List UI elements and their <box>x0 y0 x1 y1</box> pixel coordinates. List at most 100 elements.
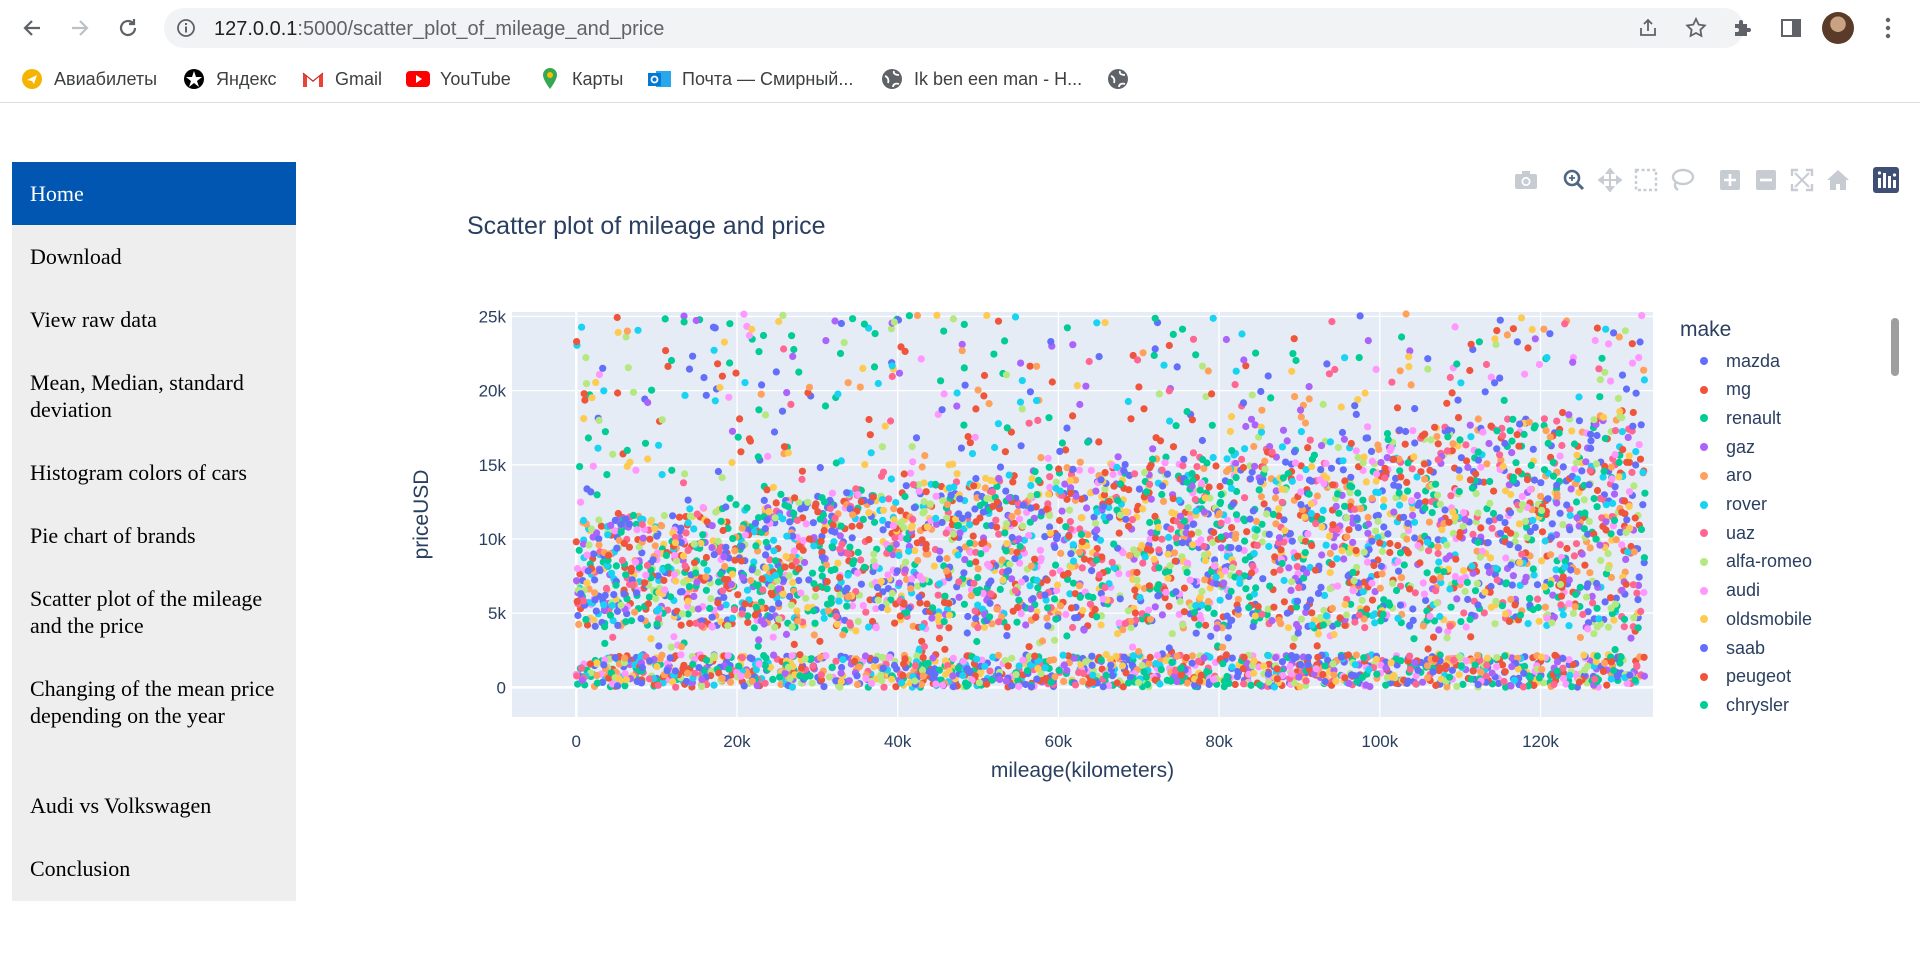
data-point <box>1305 383 1313 391</box>
data-point <box>1033 362 1041 370</box>
data-point <box>708 613 716 621</box>
data-point <box>1374 517 1382 526</box>
data-point <box>678 610 687 618</box>
data-point <box>1223 455 1231 463</box>
data-point <box>1002 677 1010 685</box>
data-point <box>802 594 810 602</box>
data-point <box>1078 538 1086 546</box>
data-point <box>1133 576 1141 584</box>
data-point <box>1582 593 1591 601</box>
data-point <box>590 550 598 558</box>
data-point <box>1069 623 1077 632</box>
data-point <box>810 631 818 639</box>
data-point <box>1347 473 1355 481</box>
data-point <box>1155 390 1163 398</box>
data-point <box>1332 502 1340 510</box>
data-point <box>695 664 703 672</box>
data-point <box>1113 463 1121 471</box>
data-point <box>699 531 707 539</box>
data-point <box>1326 585 1334 593</box>
data-point <box>1288 537 1296 545</box>
data-point <box>855 663 864 671</box>
data-point <box>822 337 830 345</box>
data-point <box>802 520 810 528</box>
data-point <box>1320 480 1328 488</box>
data-point <box>1184 504 1192 512</box>
data-point <box>1363 558 1372 566</box>
data-point <box>1008 533 1016 542</box>
data-point <box>1620 623 1628 631</box>
data-point <box>1541 603 1549 611</box>
data-point <box>1593 503 1601 511</box>
data-point <box>1188 659 1196 667</box>
data-point <box>1559 463 1567 471</box>
data-point <box>1345 526 1353 534</box>
data-point <box>769 633 777 641</box>
data-point <box>1593 486 1602 495</box>
data-point <box>1180 608 1188 616</box>
data-point <box>889 522 898 530</box>
data-point <box>1239 399 1248 407</box>
scatter-plot[interactable]: 0 20k 40k 60k 80k 100k 120k05k10k15k20k25k mil… <box>0 0 1920 957</box>
data-point <box>1084 531 1092 539</box>
data-point <box>1144 680 1152 689</box>
data-point <box>924 659 932 668</box>
data-point <box>834 559 842 567</box>
data-point <box>850 557 858 565</box>
data-point <box>953 470 961 478</box>
data-point <box>1618 428 1626 436</box>
data-point <box>857 498 865 506</box>
data-point <box>1548 520 1556 528</box>
data-point <box>1192 629 1200 637</box>
data-point <box>744 618 752 627</box>
data-point <box>632 589 641 597</box>
data-point <box>1640 588 1648 597</box>
data-point <box>881 422 889 430</box>
data-point <box>836 349 845 358</box>
data-point <box>1548 619 1556 627</box>
data-point <box>1408 497 1416 505</box>
data-point <box>1198 587 1206 596</box>
data-point <box>1278 658 1286 666</box>
data-point <box>804 498 812 506</box>
data-point <box>1598 354 1606 362</box>
data-point <box>977 550 985 558</box>
data-point <box>848 522 856 530</box>
data-point <box>698 683 706 691</box>
data-point <box>714 599 722 607</box>
data-point <box>1616 659 1624 667</box>
data-point <box>1565 600 1573 608</box>
data-point <box>1220 579 1228 587</box>
data-point <box>1388 378 1396 386</box>
data-point <box>1346 482 1354 490</box>
data-point <box>633 526 641 534</box>
data-point <box>1204 604 1212 612</box>
data-point <box>987 590 995 598</box>
data-point <box>1095 438 1103 446</box>
data-point <box>653 663 661 671</box>
data-point <box>1368 579 1376 587</box>
data-point <box>632 558 640 566</box>
data-point <box>671 667 680 675</box>
data-point <box>1280 576 1288 585</box>
data-point <box>1133 568 1141 577</box>
data-point <box>856 522 864 530</box>
data-point <box>1131 470 1139 478</box>
data-point <box>1203 668 1211 676</box>
data-point <box>1447 492 1455 500</box>
data-point <box>816 515 824 523</box>
data-point <box>1210 675 1218 684</box>
data-point <box>1243 528 1251 536</box>
data-point <box>1462 441 1470 449</box>
data-point <box>1294 629 1302 637</box>
data-point <box>1403 535 1411 543</box>
data-point <box>804 604 812 612</box>
data-point <box>949 672 957 680</box>
data-point <box>1294 552 1302 560</box>
data-point <box>1587 444 1595 452</box>
data-point <box>910 504 919 512</box>
data-point <box>1457 618 1465 626</box>
data-point <box>684 519 692 527</box>
data-point <box>1188 416 1196 424</box>
data-point <box>1622 580 1630 588</box>
